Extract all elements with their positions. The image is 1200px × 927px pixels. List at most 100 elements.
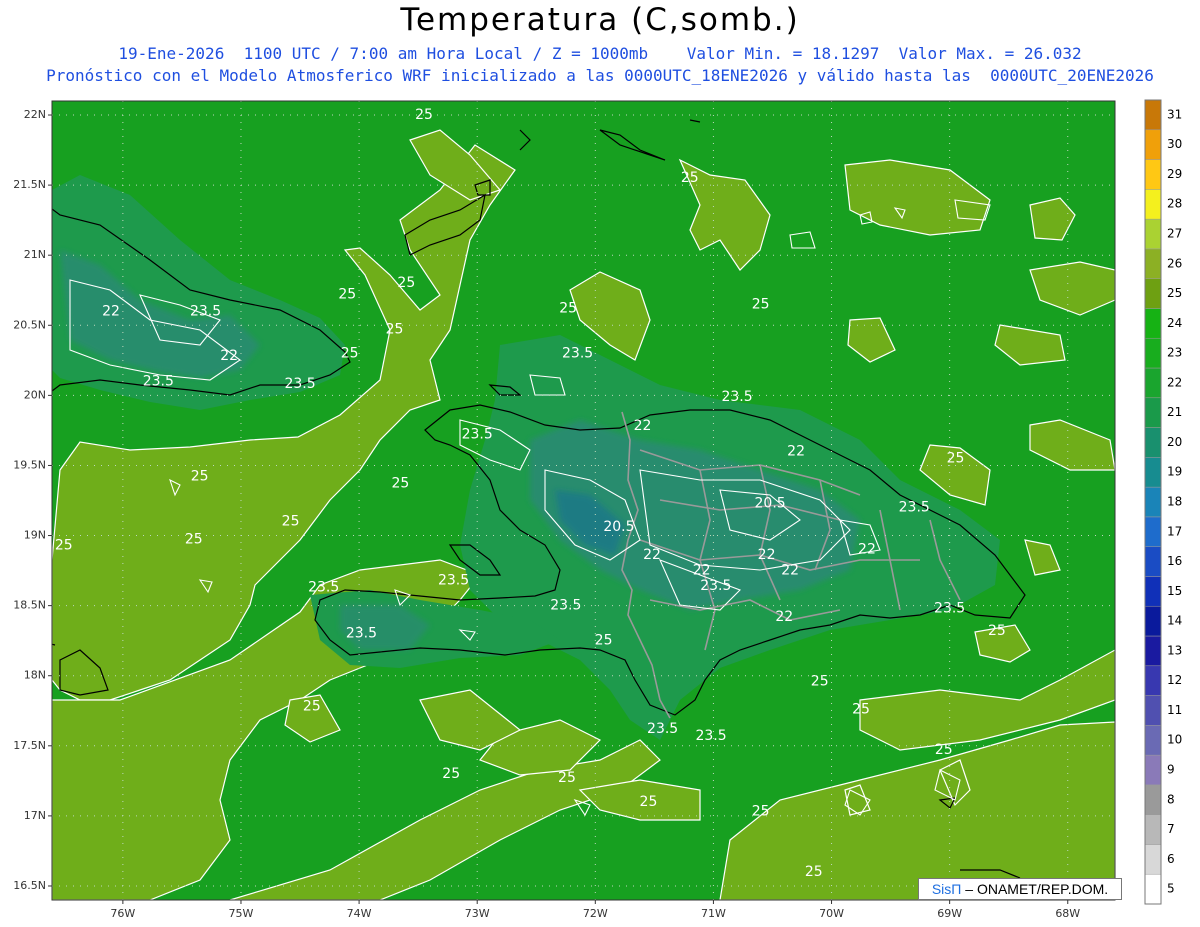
- lat-tick-label: 18N: [24, 669, 46, 682]
- lat-tick-label: 22N: [24, 108, 46, 121]
- contour-label: 25: [852, 701, 870, 717]
- contour-label: 25: [303, 699, 321, 715]
- colorbar-label: 18: [1167, 495, 1182, 509]
- lat-tick-label: 16.5N: [13, 879, 46, 892]
- contour-label: 23.5: [899, 500, 930, 516]
- lon-tick-label: 76W: [110, 907, 135, 920]
- lon-tick-label: 73W: [465, 907, 490, 920]
- colorbar-swatch: [1144, 844, 1162, 875]
- lat-tick-label: 21N: [24, 248, 46, 261]
- contour-label: 25: [185, 532, 203, 548]
- colorbar-label: 25: [1167, 286, 1182, 300]
- lat-tick-label: 21.5N: [13, 178, 46, 191]
- colorbar-swatch: [1144, 99, 1162, 131]
- onamet-watermark: SisΠ – ONAMET/REP.DOM.: [918, 878, 1122, 900]
- colorbar-swatch: [1144, 278, 1162, 309]
- lat-tick-label: 20N: [24, 388, 46, 401]
- contour-label: 22: [781, 563, 799, 579]
- contour-label: 25: [341, 345, 359, 361]
- contour-label: 25: [805, 864, 823, 880]
- colorbar-label: 21: [1167, 405, 1182, 419]
- colorbar-swatch: [1144, 605, 1162, 637]
- colorbar: 5 6 7 8 9 10 11 12 13 14 15 16 17 18 19 20 21 22 23 24 25 26 2…: [1144, 99, 1182, 905]
- colorbar-label: 28: [1167, 197, 1182, 211]
- colorbar-label: 11: [1167, 703, 1182, 717]
- sisip-logo: SisΠ: [931, 881, 962, 897]
- colorbar-label: 13: [1167, 643, 1182, 657]
- colorbar-label: 24: [1167, 316, 1182, 330]
- contour-label: 25: [338, 286, 356, 302]
- lon-tick-label: 68W: [1055, 907, 1080, 920]
- lat-tick-label: 19N: [24, 529, 46, 542]
- contour-label: 23.5: [346, 626, 377, 642]
- lon-tick-label: 72W: [583, 907, 608, 920]
- contour-label: 23.5: [695, 728, 726, 744]
- latitude-axis: 22N 21.5N 21N 20.5N 20N 19.5N 19N 18.5N 18N 17.5N…: [13, 108, 52, 892]
- lon-tick-label: 75W: [229, 907, 254, 920]
- colorbar-swatch: [1144, 308, 1162, 339]
- lon-tick-label: 71W: [701, 907, 726, 920]
- colorbar-label: 26: [1167, 256, 1182, 270]
- colorbar-label: 8: [1167, 792, 1175, 806]
- colorbar-label: 10: [1167, 733, 1182, 747]
- colorbar-label: 15: [1167, 584, 1182, 598]
- colorbar-label: 6: [1167, 852, 1175, 866]
- contour-label: 25: [559, 300, 577, 316]
- colorbar-label: 17: [1167, 524, 1182, 538]
- contour-label: 25: [397, 275, 415, 291]
- contour-label: 23.5: [700, 578, 731, 594]
- lat-tick-label: 17.5N: [13, 739, 46, 752]
- colorbar-label: 16: [1167, 554, 1182, 568]
- colorbar-label: 29: [1167, 167, 1182, 181]
- contour-label: 25: [681, 170, 699, 186]
- contour-label: 23.5: [284, 376, 315, 392]
- lat-tick-label: 20.5N: [13, 318, 46, 331]
- colorbar-swatch: [1144, 457, 1162, 488]
- colorbar-label: 5: [1167, 882, 1175, 896]
- contour-label: 23.5: [562, 345, 593, 361]
- lon-tick-label: 74W: [347, 907, 372, 920]
- contour-label: 23.5: [934, 600, 965, 616]
- colorbar-swatch: [1144, 576, 1162, 607]
- colorbar-swatch: [1144, 635, 1162, 667]
- contour-label: 25: [558, 770, 576, 786]
- lon-tick-label: 70W: [819, 907, 844, 920]
- contour-label: 20.5: [603, 519, 634, 535]
- temperature-map: 25 25 25 25 25 25 25 25 22 23.5 22 23.5 23.5 23.5 23.5…: [13, 99, 1182, 920]
- contour-label: 23.5: [190, 303, 221, 319]
- colorbar-swatch: [1144, 486, 1162, 518]
- colorbar-label: 23: [1167, 346, 1182, 360]
- contour-label: 23.5: [647, 721, 678, 737]
- contour-label: 23.5: [438, 572, 469, 588]
- colorbar-label: 9: [1167, 763, 1175, 777]
- longitude-axis: 76W 75W 74W 73W 72W 71W 70W 69W 68W: [110, 900, 1080, 920]
- colorbar-swatch: [1144, 754, 1162, 786]
- lon-tick-label: 69W: [937, 907, 962, 920]
- lat-tick-label: 18.5N: [13, 599, 46, 612]
- contour-label: 22: [775, 609, 793, 625]
- colorbar-label: 31: [1167, 107, 1182, 121]
- contour-label: 25: [988, 623, 1006, 639]
- colorbar-swatch: [1144, 367, 1162, 399]
- colorbar-swatch: [1144, 129, 1162, 160]
- colorbar-swatch: [1144, 814, 1162, 845]
- colorbar-swatch: [1144, 248, 1162, 279]
- lat-tick-label: 19.5N: [13, 458, 46, 471]
- colorbar-label: 20: [1167, 435, 1182, 449]
- contour-label: 22: [787, 443, 805, 459]
- contour-label: 23.5: [308, 579, 339, 595]
- colorbar-swatch: [1144, 189, 1162, 220]
- colorbar-swatch: [1144, 337, 1162, 369]
- contour-label: 20.5: [755, 495, 786, 511]
- colorbar-label: 22: [1167, 375, 1182, 389]
- contour-label: 25: [55, 537, 73, 553]
- contour-label: 22: [102, 303, 120, 319]
- contour-label: 25: [191, 469, 209, 485]
- contour-label: 23.5: [462, 427, 493, 443]
- lat-tick-label: 17N: [24, 809, 46, 822]
- contour-label: 22: [220, 348, 238, 364]
- contour-label: 22: [634, 418, 652, 434]
- colorbar-swatch: [1144, 218, 1162, 250]
- contour-label: 23.5: [143, 373, 174, 389]
- contour-label: 22: [758, 547, 776, 563]
